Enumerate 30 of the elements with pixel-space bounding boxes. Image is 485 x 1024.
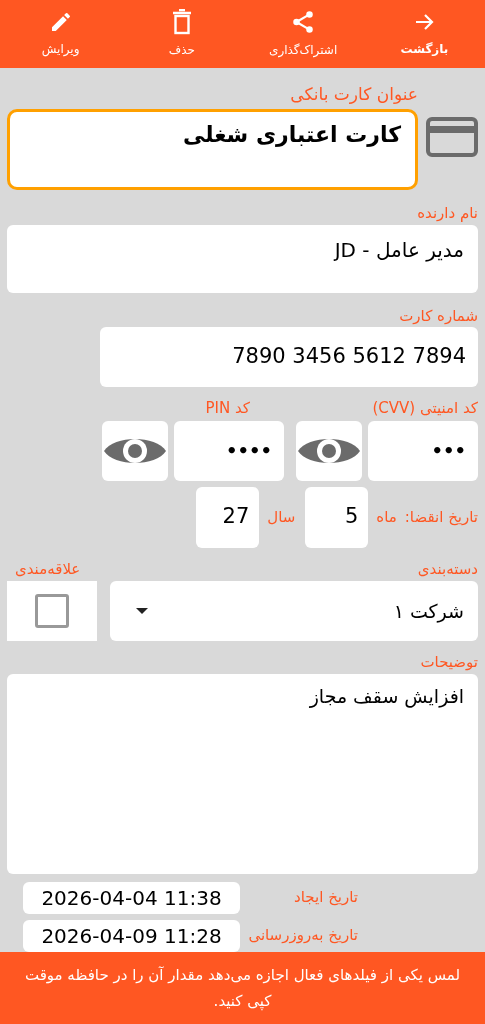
dropdown-caret-icon	[136, 608, 148, 615]
hint-text: لمس یکی از فیلدهای فعال اجازه می‌دهد مقدار آن را در حافظه موقت کپی کنید.	[23, 964, 462, 1012]
category-dropdown[interactable]: شرکت ۱	[110, 581, 478, 642]
field-label: توضیحات	[419, 652, 478, 674]
cvv-field[interactable]: •••	[368, 420, 478, 481]
field-label: تاریخ به‌روزرسانی	[248, 925, 358, 947]
field-label: شماره کارت	[398, 305, 478, 327]
updated-date-field[interactable]: 2026-04-09 11:28	[23, 919, 240, 952]
title-field[interactable]: کارت اعتباری شغلی	[7, 109, 418, 191]
favorite-checkbox[interactable]	[35, 594, 69, 629]
field-label: کد PIN	[205, 398, 250, 420]
card-number-field[interactable]: 7890 3456 5612 7894	[100, 327, 478, 388]
created-date-field[interactable]: 2026-04-04 11:38	[23, 881, 240, 914]
month-field[interactable]: 5	[305, 486, 369, 548]
show-button[interactable]	[296, 420, 362, 481]
notes-field[interactable]: افزایش سقف مجاز	[7, 673, 478, 874]
field-label: تاریخ انقضا:	[404, 506, 478, 528]
credit-card-icon	[426, 117, 478, 158]
field-label: کد امنیتی (CVV)	[371, 398, 478, 420]
pin-field[interactable]: ••••	[174, 420, 284, 481]
field-label: دسته‌بندی	[417, 558, 478, 580]
field-label: تاریخ ایجاد	[293, 887, 358, 909]
field-label: علاقه‌مندی	[15, 558, 81, 580]
field-label: ماه	[376, 506, 397, 528]
show-button[interactable]	[102, 420, 168, 481]
field-label: عنوان کارت بانکی	[289, 82, 418, 106]
year-field[interactable]: 27	[196, 486, 260, 548]
field-label: نام دارنده	[416, 203, 478, 225]
holder-field[interactable]: مدیر عامل - JD	[7, 224, 478, 293]
field-label: سال	[267, 506, 296, 528]
